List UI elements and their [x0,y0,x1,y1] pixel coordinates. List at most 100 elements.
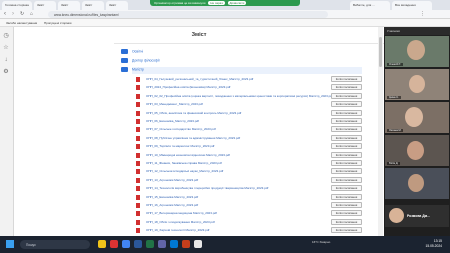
folder-item[interactable]: Освітні [121,49,143,57]
zoom-icon[interactable] [170,240,178,248]
participant-video-tile[interactable]: Юлія Д. [385,135,449,166]
copy-link-button[interactable]: Копія посилання [331,109,362,116]
copy-link-button[interactable]: Копія посилання [331,118,362,124]
app-icon[interactable] [194,240,202,248]
allow-button[interactable]: Дозволити [227,1,247,5]
copy-link-button[interactable]: Копія посилання [331,227,362,234]
copy-link-button[interactable]: Копія посилання [331,210,362,217]
not-now-button[interactable]: Не зараз [208,1,225,5]
file-row[interactable]: ОПП_08_Публічне управління та адміністру… [132,134,362,142]
copy-link-button[interactable]: Копія посилання [331,101,362,108]
teams-icon[interactable] [158,240,166,248]
copy-link-button[interactable]: Копія посилання [331,151,362,158]
bookmark-icon[interactable]: ☆ [3,45,9,51]
bookmark-item[interactable]: Пропущені сторінки [44,21,71,25]
browser-tab[interactable]: Все вкладення [392,1,432,10]
file-link[interactable]: ОПП_12_Сільськогосподарські науки_Магіст… [146,169,223,173]
file-row[interactable]: ОПП_18_Облік і оподаткування Магістр_202… [132,218,362,226]
file-link[interactable]: ОПП_08_Публічне управління та адміністру… [146,136,240,140]
forward-icon[interactable]: › [12,11,14,17]
copy-link-button[interactable]: Копія посилання [331,202,362,208]
browser-tab[interactable]: Зміст [106,1,128,10]
file-row[interactable]: ОПП_10_Міжнародні економічні відносини М… [132,151,362,159]
copy-link-button[interactable]: Копія посилання [331,193,362,200]
file-row[interactable]: ОПП_09_Торгівля та маркетинг Магістр_202… [132,143,362,150]
clock[interactable]: 13:15 15.05.2024 [425,239,442,249]
browser-tab[interactable]: Головна сторінка [2,1,32,10]
word-icon[interactable] [134,240,142,248]
file-link[interactable]: ОПП_19_Харчові технології Магістр_2023.p… [146,228,209,232]
browser-tab[interactable]: Зміст [58,1,80,10]
file-link[interactable]: ОПП_17_Ветеринарна медицина Магістр_2023… [146,211,217,215]
excel-icon[interactable] [146,240,154,248]
file-row[interactable]: ОПП_12_Сільськогосподарські науки_Магіст… [132,168,362,175]
file-link[interactable]: ОПП_04_Галузевий_регіональний_та_туристи… [146,77,253,81]
file-row[interactable]: ОПП_02_02_Професійна освіта (оцінка варт… [132,92,362,100]
file-link[interactable]: ОПП_06_Економіка_Магістр_2023.pdf [146,119,199,123]
copy-link-button[interactable]: Копія посилання [331,176,362,183]
back-icon[interactable]: ‹ [4,11,6,17]
file-link[interactable]: ОПП_07_Сільське господарство Магістр_202… [146,127,216,131]
copy-link-button[interactable]: Копія посилання [331,92,362,99]
file-link[interactable]: ОПП_15_Економіка Магістр_2023.pdf [146,195,198,199]
copy-link-button[interactable]: Копія посилання [331,168,362,175]
file-link[interactable]: ОПП_05_Облік, аналітика та фінансовий ко… [146,111,241,115]
file-link[interactable]: ОПП_11_Фінанси, банківська справа Магіст… [146,161,222,165]
chrome-icon[interactable] [122,240,130,248]
scrollbar[interactable] [378,27,383,236]
windows-start-icon[interactable] [6,240,14,248]
copy-link-button[interactable]: Копія посилання [331,84,362,91]
file-row[interactable]: ОПП_15_Економіка Магістр_2023.pdf Копія п… [132,193,362,201]
powerpoint-icon[interactable] [182,240,190,248]
browser-tab[interactable]: Вибачте, для ... [350,1,390,10]
weather-widget[interactable]: 16°C Хмарно [312,240,330,244]
file-row[interactable]: ОПП_07_Сільське господарство Магістр_202… [132,126,362,133]
participant-video-tile[interactable]: Ірина С. [385,69,449,100]
file-link[interactable]: ОПП_13_Агрономія Магістр_2023.pdf [146,178,198,182]
download-icon[interactable]: ↓ [3,57,9,63]
settings-icon[interactable]: ⚙ [3,69,9,75]
file-row[interactable]: ОПП_06_Економіка_Магістр_2023.pdf Копія п… [132,118,362,125]
file-link[interactable]: ОПП_14_Технологія виробництва і переробк… [146,186,268,190]
bookmark-item[interactable]: Засоби налаштування [6,21,37,25]
file-row[interactable]: ОПП_05_Облік, аналітика та фінансовий ко… [132,109,362,117]
file-row[interactable]: ОПП_13_Агрономія Магістр_2023.pdf Копія п… [132,176,362,184]
file-row[interactable]: ОПП_19_Харчові технології Магістр_2023.p… [132,227,362,234]
browser-tab[interactable]: Зміст [82,1,104,10]
app-icon[interactable] [110,240,118,248]
reload-icon[interactable]: ↻ [20,11,24,17]
file-row[interactable]: ОПП_11_Фінанси, банківська справа Магіст… [132,160,362,167]
file-link[interactable]: ОПП_16_Агрономія Магістр_2023.pdf [146,203,198,207]
file-row[interactable]: ОПП_14_Технологія виробництва і переробк… [132,185,362,192]
copy-link-button[interactable]: Копія посилання [331,134,362,141]
file-link[interactable]: ОПП_2024_Професійна освіта (Економіка) М… [146,85,230,89]
participant-video-tile[interactable] [385,168,449,199]
file-link[interactable]: ОПП_09_Торгівля та маркетинг Магістр_202… [146,144,214,148]
participant-video-tile[interactable]: Оксана М. [385,102,449,133]
copy-link-button[interactable]: Копія посилання [331,76,362,82]
browser-tab[interactable]: Зміст [34,1,56,10]
copy-link-button[interactable]: Копія посилання [331,126,362,133]
participant-video-tile[interactable]: Олексій Г. [385,36,449,67]
copy-link-button[interactable]: Копія посилання [331,160,362,166]
file-row[interactable]: ОПП_2024_Професійна освіта (Економіка) М… [132,84,362,91]
address-bar[interactable]: www.kneu.dimensional.ru/files_kaspiranta… [48,11,328,18]
file-row[interactable]: ОПП_03_Менеджмент_Магістр_2023.pdf Копія … [132,101,362,108]
copy-link-button[interactable]: Копія посилання [331,143,362,150]
file-row[interactable]: ОПП_04_Галузевий_регіональний_та_туристи… [132,76,362,83]
copy-link-button[interactable]: Копія посилання [331,218,362,225]
active-speaker-tile[interactable]: Розмова Дм... [385,205,449,227]
menu-icon[interactable]: ⋮ [420,11,425,17]
taskbar-search-box[interactable]: Пошук [20,240,90,249]
file-link[interactable]: ОПП_18_Облік і оподаткування Магістр_202… [146,220,215,224]
file-link[interactable]: ОПП_02_02_Професійна освіта (оцінка варт… [146,94,333,98]
file-row[interactable]: ОПП_16_Агрономія Магістр_2023.pdf Копія п… [132,202,362,209]
home-icon[interactable]: ⌂ [30,11,33,17]
copy-link-button[interactable]: Копія посилання [331,185,362,192]
folder-item[interactable]: Магістр [121,67,144,75]
folder-item[interactable]: Доктор філософії [121,58,160,66]
file-row[interactable]: ОПП_17_Ветеринарна медицина Магістр_2023… [132,210,362,217]
file-link[interactable]: ОПП_03_Менеджмент_Магістр_2023.pdf [146,102,203,106]
scrollbar-thumb[interactable] [379,37,382,67]
file-link[interactable]: ОПП_10_Міжнародні економічні відносини М… [146,153,230,157]
